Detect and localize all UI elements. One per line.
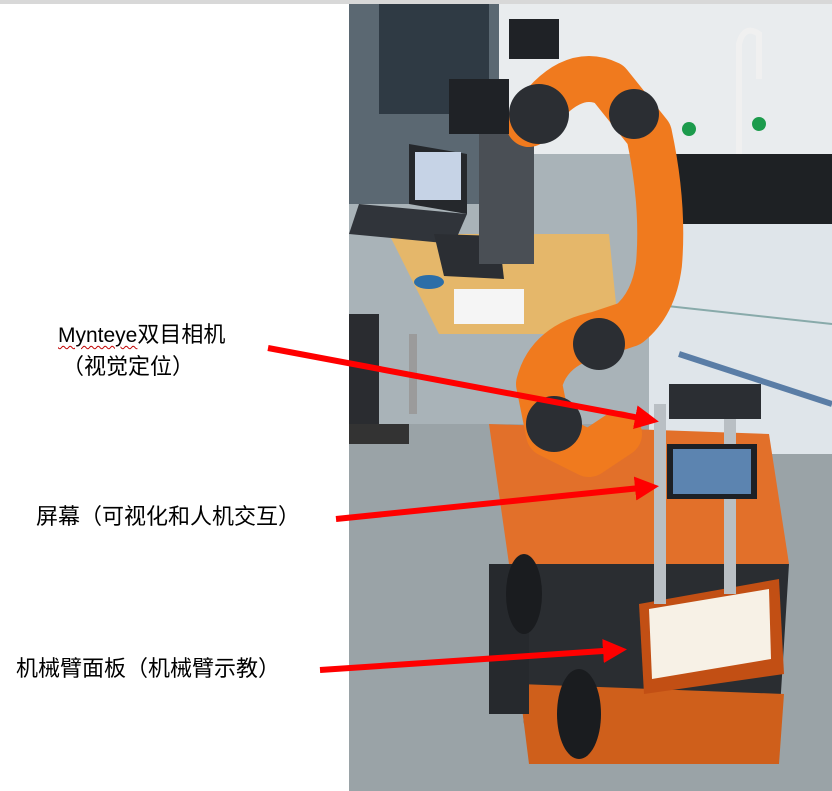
screen-label: 屏幕（可视化和人机交互） [36,505,301,530]
mynteye-label-en: Mynteye [58,324,138,347]
mynteye-camera-label: Mynteye双目相机 （视觉定位） [58,322,225,382]
mynteye-label-sub: （视觉定位） [62,355,195,380]
arm-panel-label: 机械臂面板（机械臂示教） [16,657,281,682]
mynteye-label-cn: 双目相机 [137,323,226,348]
robot-photo [349,4,832,791]
